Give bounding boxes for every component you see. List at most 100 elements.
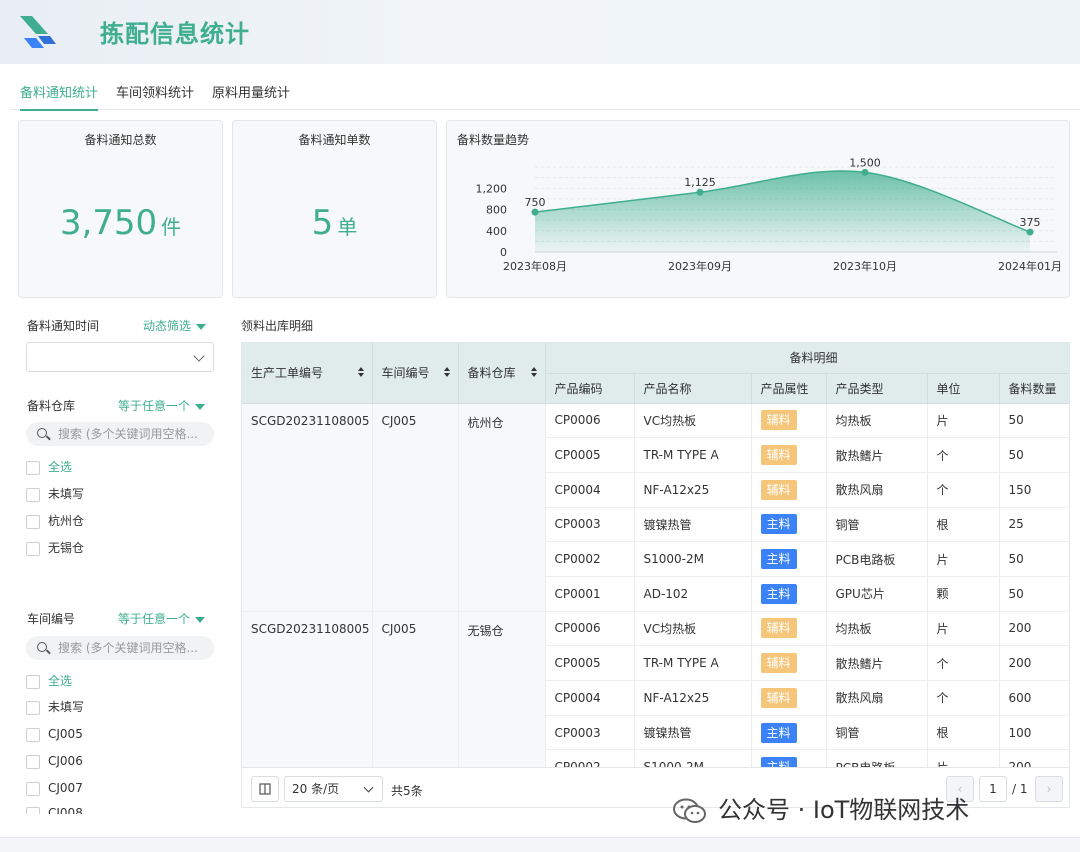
attr-tag: 主料 <box>760 722 797 743</box>
cell-quantity: 50 <box>999 576 1069 612</box>
checkbox[interactable] <box>26 460 40 475</box>
time-select[interactable] <box>26 342 214 372</box>
chevron-down-icon <box>363 782 374 793</box>
col-quantity: 备料数量 <box>999 373 1069 404</box>
cell-warehouse: 杭州仓 <box>458 403 546 612</box>
cell-product-attr: 辅料 <box>751 680 827 716</box>
data-point[interactable] <box>1026 228 1034 236</box>
data-label: 750 <box>525 196 546 209</box>
cell-product-type: 铜管 <box>826 507 928 543</box>
workshop-option-all[interactable]: 全选 <box>26 674 72 690</box>
search-icon <box>37 428 47 438</box>
checkbox[interactable] <box>26 727 40 742</box>
checkbox[interactable] <box>26 674 40 689</box>
warehouse-option-empty[interactable]: 未填写 <box>26 487 84 503</box>
cell-product-name: 镀镍热管 <box>634 507 752 543</box>
checkbox[interactable] <box>26 487 40 502</box>
data-point[interactable] <box>531 208 539 216</box>
cell-order-no: SCGD20231108005 <box>242 403 373 612</box>
warehouse-option-all[interactable]: 全选 <box>26 460 72 476</box>
watermark: 公众号 · IoT物联网技术 <box>672 790 969 825</box>
cell-unit: 个 <box>927 437 1000 473</box>
cell-product-type: 均热板 <box>826 403 928 439</box>
cell-product-type: 散热鳍片 <box>826 437 928 473</box>
card-notice-orders: 备料通知单数 5单 <box>232 120 437 298</box>
attr-tag: 辅料 <box>760 445 797 466</box>
attr-tag: 主料 <box>760 583 797 604</box>
cell-product-attr: 主料 <box>751 576 827 612</box>
cell-product-code: CP0005 <box>545 437 635 473</box>
data-point[interactable] <box>861 168 869 176</box>
tab-workshop-picking[interactable]: 车间领料统计 <box>116 82 194 109</box>
table-row[interactable]: SCGD20231108005 CJ005 无锡仓 CP0006 VC均热板 辅料 均热板片… <box>242 611 1069 786</box>
workshop-search-input[interactable]: 搜索 (多个关键词用空格... <box>26 636 214 660</box>
checkbox[interactable] <box>26 700 40 715</box>
app-logo-icon <box>20 16 56 48</box>
cell-product-name: TR-M TYPE A <box>634 437 752 473</box>
filter-warehouse-label: 备料仓库 <box>27 399 76 413</box>
cell-product-type: 散热风扇 <box>826 680 928 716</box>
cell-unit: 个 <box>927 680 1000 716</box>
workshop-option-cj006[interactable]: CJ006 <box>26 754 83 770</box>
cell-quantity: 150 <box>999 472 1069 508</box>
card-total-notices: 备料通知总数 3,750 件 <box>18 120 223 298</box>
checkbox[interactable] <box>26 781 40 796</box>
checkbox[interactable] <box>26 806 40 814</box>
attr-tag: 辅料 <box>760 653 797 674</box>
tab-stock-notice[interactable]: 备料通知统计 <box>20 82 99 111</box>
data-point[interactable] <box>696 188 704 196</box>
cell-product-name: TR-M TYPE A <box>634 645 752 681</box>
cell-unit: 个 <box>927 645 1000 681</box>
warehouse-option-hangzhou[interactable]: 杭州仓 <box>26 514 84 530</box>
column-settings-button[interactable] <box>251 776 279 802</box>
workshop-option-cj007[interactable]: CJ007 <box>26 781 83 797</box>
page-count: / 1 <box>1012 782 1028 796</box>
cell-product-code: CP0003 <box>545 507 635 543</box>
col-order-no[interactable]: 生产工单编号 <box>242 343 373 404</box>
y-tick-label: 0 <box>500 246 507 259</box>
cell-quantity: 600 <box>999 680 1069 716</box>
page-size-select[interactable]: 20 条/页 <box>284 776 383 802</box>
cell-order-no: SCGD20231108005 <box>242 611 373 786</box>
tab-material-usage[interactable]: 原料用量统计 <box>212 82 290 109</box>
cell-product-code: CP0006 <box>545 403 635 439</box>
table-row[interactable]: SCGD20231108005 CJ005 杭州仓 CP0006 VC均热板 辅料 均热板片… <box>242 403 1069 612</box>
col-warehouse[interactable]: 备料仓库 <box>458 343 546 404</box>
cell-product-attr: 主料 <box>751 715 827 751</box>
y-tick-label: 400 <box>486 225 507 238</box>
page-input[interactable]: 1 <box>979 776 1007 802</box>
filter-warehouse-mode[interactable]: 等于任意一个 <box>118 397 206 414</box>
filter-workshop-mode[interactable]: 等于任意一个 <box>118 610 206 627</box>
cell-unit: 颗 <box>927 576 1000 612</box>
col-workshop[interactable]: 车间编号 <box>372 343 459 404</box>
card-title: 备料通知单数 <box>298 133 371 147</box>
y-tick-label: 800 <box>486 204 507 217</box>
workshop-option-empty[interactable]: 未填写 <box>26 700 84 716</box>
card-title: 备料通知总数 <box>84 133 157 147</box>
cell-product-name: S1000-2M <box>634 541 752 577</box>
sort-icon[interactable] <box>357 366 364 379</box>
caret-down-icon <box>195 616 206 623</box>
filter-time-mode[interactable]: 动态筛选 <box>143 317 207 334</box>
checkbox[interactable] <box>26 541 40 556</box>
cell-workshop: CJ005 <box>372 403 459 612</box>
checkbox[interactable] <box>26 754 40 769</box>
next-page-button[interactable]: › <box>1035 776 1063 802</box>
app-frame: 拣配信息统计 备料通知统计 车间领料统计 原料用量统计 备料通知总数 3,750… <box>0 0 1080 838</box>
cell-product-code: CP0004 <box>545 472 635 508</box>
warehouse-search-input[interactable]: 搜索 (多个关键词用空格... <box>26 422 214 446</box>
cell-product-name: NF-A12x25 <box>634 680 752 716</box>
sort-icon[interactable] <box>530 366 537 379</box>
cell-product-type: 散热风扇 <box>826 472 928 508</box>
columns-icon <box>259 783 271 795</box>
page-title: 拣配信息统计 <box>100 20 250 48</box>
col-product-type: 产品类型 <box>826 373 928 404</box>
col-product-attr: 产品属性 <box>751 373 827 404</box>
warehouse-option-wuxi[interactable]: 无锡仓 <box>26 541 84 557</box>
cell-product-attr: 辅料 <box>751 611 827 647</box>
workshop-option-cj005[interactable]: CJ005 <box>26 727 83 743</box>
attr-tag: 辅料 <box>760 618 797 639</box>
checkbox[interactable] <box>26 514 40 529</box>
sort-icon[interactable] <box>443 366 450 379</box>
workshop-option-cj008[interactable]: CJ008 <box>26 806 83 814</box>
